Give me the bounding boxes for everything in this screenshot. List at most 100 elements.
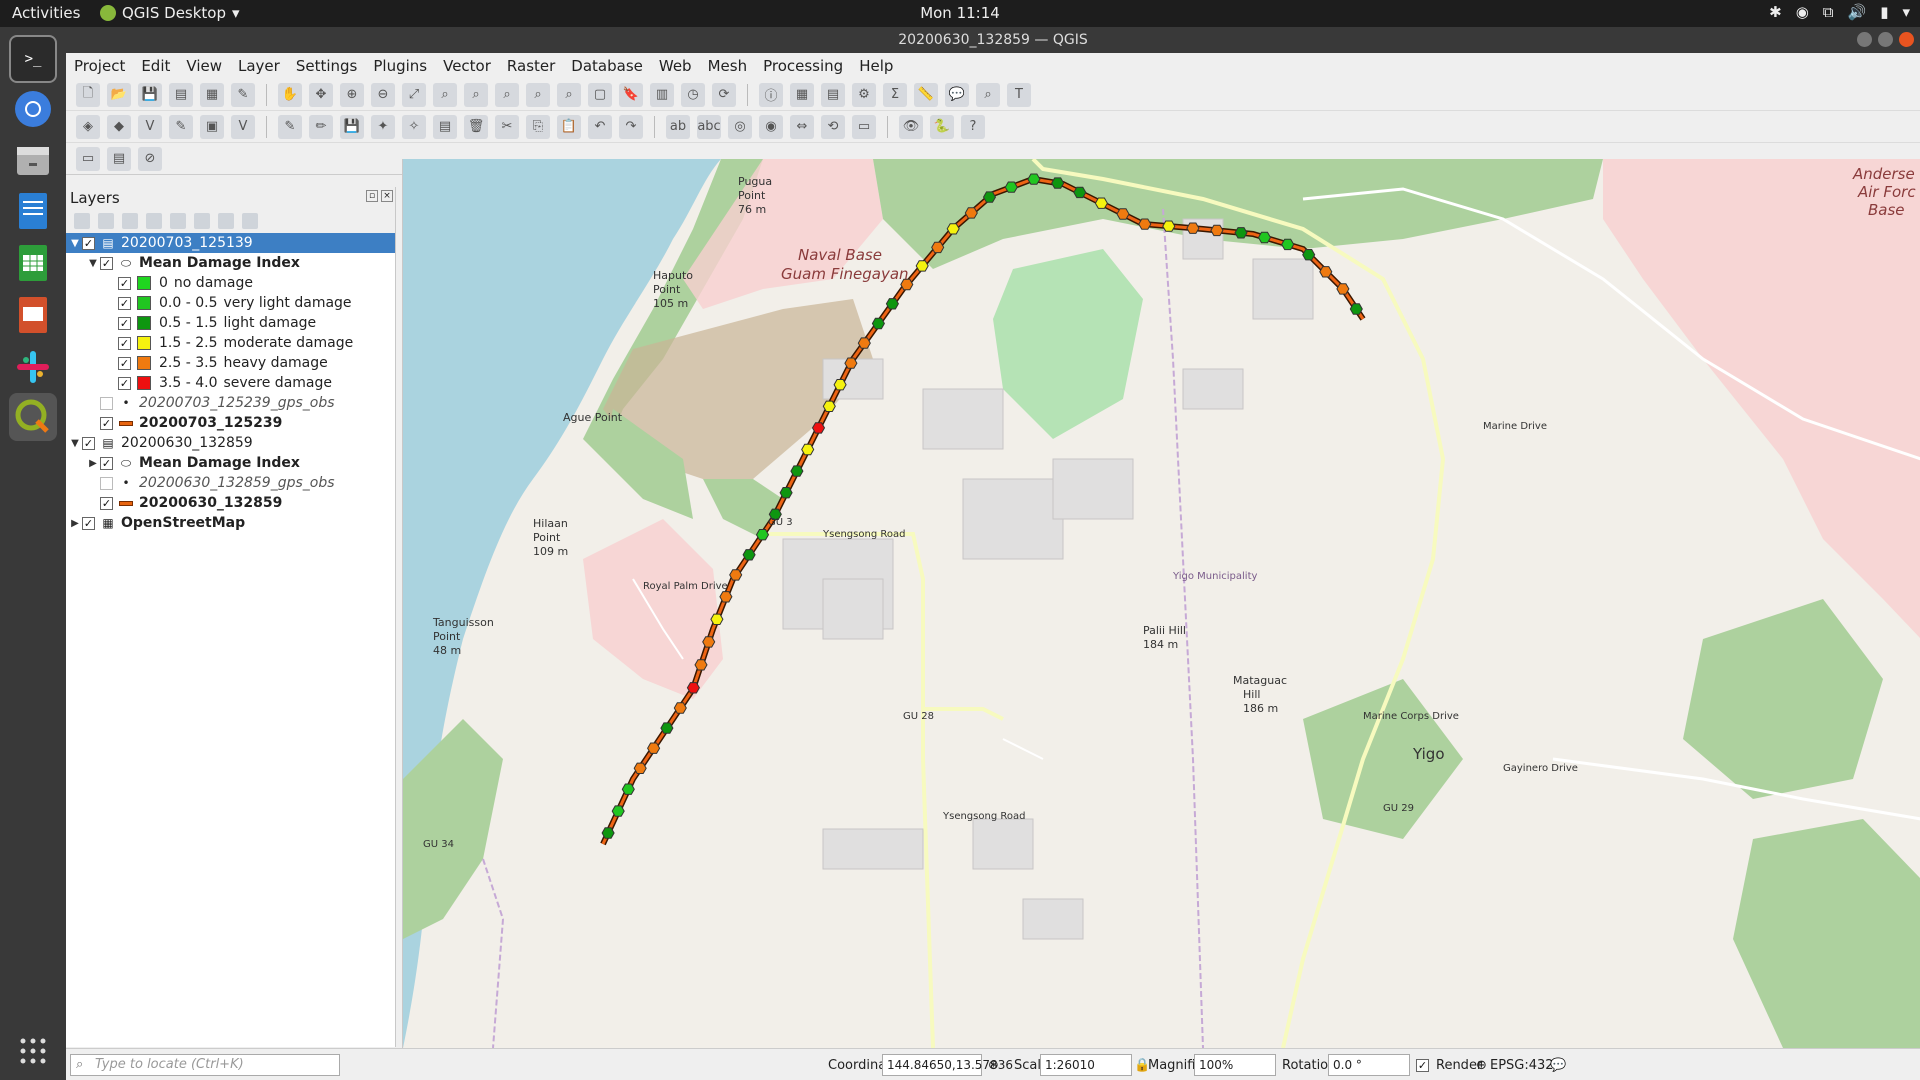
new-shapefile-icon[interactable]: V	[138, 114, 162, 139]
float-panel-button[interactable]: ▫	[366, 190, 378, 202]
layer-visibility-checkbox[interactable]: ✓	[100, 256, 113, 270]
layer-gps-obs-2[interactable]: ✓ • 20200630_132859_gps_obs	[66, 473, 395, 493]
minimize-button[interactable]	[1857, 32, 1872, 47]
add-group-icon[interactable]	[98, 213, 114, 229]
open-styling-icon[interactable]	[74, 213, 90, 229]
slack-icon[interactable]	[9, 343, 57, 391]
legend-class-row[interactable]: ✓ 0.0 - 0.5 very light damage	[66, 293, 395, 313]
measure-icon[interactable]: 📏	[914, 82, 938, 107]
legend-class-checkbox[interactable]: ✓	[118, 356, 131, 370]
select-by-value-icon[interactable]: ▤	[107, 146, 131, 171]
deselect-icon[interactable]: ⊘	[138, 146, 162, 171]
terminal-icon[interactable]: >_	[9, 35, 57, 83]
dropbox-icon[interactable]: ✱	[1769, 3, 1782, 21]
battery-icon[interactable]: ▮	[1880, 3, 1888, 21]
menu-vector[interactable]: Vector	[443, 57, 491, 75]
identify-icon[interactable]: ⓘ	[759, 82, 783, 107]
select-icon[interactable]: ⌕	[976, 82, 1000, 107]
text-annotation-icon[interactable]: T	[1007, 82, 1031, 107]
layer-gps-obs-1[interactable]: ✓ • 20200703_125239_gps_obs	[66, 393, 395, 413]
undo-icon[interactable]: ↶	[588, 114, 612, 139]
layer-track-1[interactable]: ✓ 20200703_125239	[66, 413, 395, 433]
pan-to-selection-icon[interactable]: ✥	[309, 82, 333, 107]
save-edits-icon[interactable]: 💾	[340, 114, 364, 139]
change-label-icon[interactable]: ▭	[852, 114, 876, 139]
open-project-icon[interactable]: 📂	[107, 82, 131, 107]
menu-raster[interactable]: Raster	[507, 57, 555, 75]
close-button[interactable]	[1899, 32, 1914, 47]
new-geopackage-icon[interactable]: ◆	[107, 114, 131, 139]
zoom-in-icon[interactable]: ⊕	[340, 82, 364, 107]
menu-settings[interactable]: Settings	[296, 57, 358, 75]
menu-layer[interactable]: Layer	[238, 57, 280, 75]
show-bookmarks-icon[interactable]: ▥	[650, 82, 674, 107]
rotation-field[interactable]: 0.0 °	[1328, 1054, 1410, 1076]
zoom-last-icon[interactable]: ⌕	[526, 82, 550, 107]
attribute-table-icon[interactable]: ▦	[790, 82, 814, 107]
layout-manager-icon[interactable]: ▦	[200, 82, 224, 107]
current-edits-icon[interactable]: ✎	[278, 114, 302, 139]
layer-group-20200703[interactable]: ▼ ✓ ▤ 20200703_125139	[66, 233, 395, 253]
layer-visibility-checkbox[interactable]: ✓	[100, 396, 113, 410]
cut-icon[interactable]: ✂	[495, 114, 519, 139]
scale-field[interactable]: 1:26010	[1040, 1054, 1132, 1076]
activities-button[interactable]: Activities	[12, 4, 80, 22]
impress-icon[interactable]	[9, 291, 57, 339]
messages-icon[interactable]: 💬	[1550, 1055, 1566, 1077]
legend-group-mean-damage[interactable]: ▼ ✓ ⬭ Mean Damage Index	[66, 253, 395, 273]
render-checkbox[interactable]: ✓	[1416, 1059, 1429, 1072]
add-layer-icon[interactable]: V	[231, 114, 255, 139]
menu-plugins[interactable]: Plugins	[373, 57, 427, 75]
coordinate-field[interactable]: 144.84650,13.57836	[882, 1054, 1013, 1076]
expand-arrow-icon[interactable]: ▶	[68, 518, 82, 529]
paste-icon[interactable]: 📋	[557, 114, 581, 139]
toggle-editing-icon[interactable]: ✏	[309, 114, 333, 139]
qgis-dock-icon[interactable]	[9, 393, 57, 441]
menu-mesh[interactable]: Mesh	[708, 57, 748, 75]
menu-help[interactable]: Help	[859, 57, 893, 75]
volume-icon[interactable]: 🔊	[1848, 3, 1867, 21]
magnifier-field[interactable]: 100%	[1194, 1054, 1276, 1076]
zoom-to-selection-icon[interactable]: ⌕	[433, 82, 457, 107]
menu-project[interactable]: Project	[74, 57, 125, 75]
new-temp-layer-icon[interactable]: ✎	[169, 114, 193, 139]
label-icon[interactable]: ab	[666, 114, 690, 139]
new-project-icon[interactable]: 🗋	[76, 82, 100, 107]
menu-processing[interactable]: Processing	[763, 57, 843, 75]
label-toolbar-icon[interactable]: abc	[697, 114, 721, 139]
redo-icon[interactable]: ↷	[619, 114, 643, 139]
move-label-icon[interactable]: ⇔	[790, 114, 814, 139]
show-applications-icon[interactable]	[9, 1027, 57, 1075]
chevron-down-icon[interactable]: ▾	[1902, 3, 1910, 21]
rotate-label-icon[interactable]: ⟲	[821, 114, 845, 139]
plugin-icon[interactable]: 👁	[899, 114, 923, 139]
menu-web[interactable]: Web	[659, 57, 692, 75]
layer-visibility-checkbox[interactable]: ✓	[100, 496, 113, 510]
modify-attributes-icon[interactable]: ▤	[433, 114, 457, 139]
zoom-to-layer-icon[interactable]: ⌕	[464, 82, 488, 107]
style-manager-icon[interactable]: ✎	[231, 82, 255, 107]
legend-class-row[interactable]: ✓ 3.5 - 4.0 severe damage	[66, 373, 395, 393]
menu-database[interactable]: Database	[571, 57, 643, 75]
vertex-tool-icon[interactable]: ✧	[402, 114, 426, 139]
layer-visibility-checkbox[interactable]: ✓	[100, 456, 113, 470]
data-source-manager-icon[interactable]: ◈	[76, 114, 100, 139]
layer-group-20200630[interactable]: ▼ ✓ ▤ 20200630_132859	[66, 433, 395, 453]
collapse-arrow-icon[interactable]: ▼	[68, 238, 82, 249]
network-icon[interactable]: ⧉	[1823, 3, 1834, 21]
menu-view[interactable]: View	[186, 57, 222, 75]
zoom-next-icon[interactable]: ⌕	[557, 82, 581, 107]
window-titlebar[interactable]: 20200630_132859 — QGIS	[66, 27, 1920, 53]
writer-icon[interactable]	[9, 187, 57, 235]
layer-visibility-checkbox[interactable]: ✓	[82, 516, 95, 530]
legend-class-checkbox[interactable]: ✓	[118, 296, 131, 310]
new-virtual-layer-icon[interactable]: ▣	[200, 114, 224, 139]
field-calculator-icon[interactable]: ▤	[821, 82, 845, 107]
python-console-icon[interactable]: 🐍	[930, 114, 954, 139]
locator-search-input[interactable]: ⌕ Type to locate (Ctrl+K)	[70, 1054, 340, 1076]
collapse-arrow-icon[interactable]: ▼	[68, 438, 82, 449]
legend-class-checkbox[interactable]: ✓	[118, 336, 131, 350]
expand-all-icon[interactable]	[194, 213, 210, 229]
map-canvas[interactable]: Pugua Point 76 m Naval Base Guam Finegay…	[402, 159, 1920, 1048]
pin-labels-icon[interactable]: ◎	[728, 114, 752, 139]
